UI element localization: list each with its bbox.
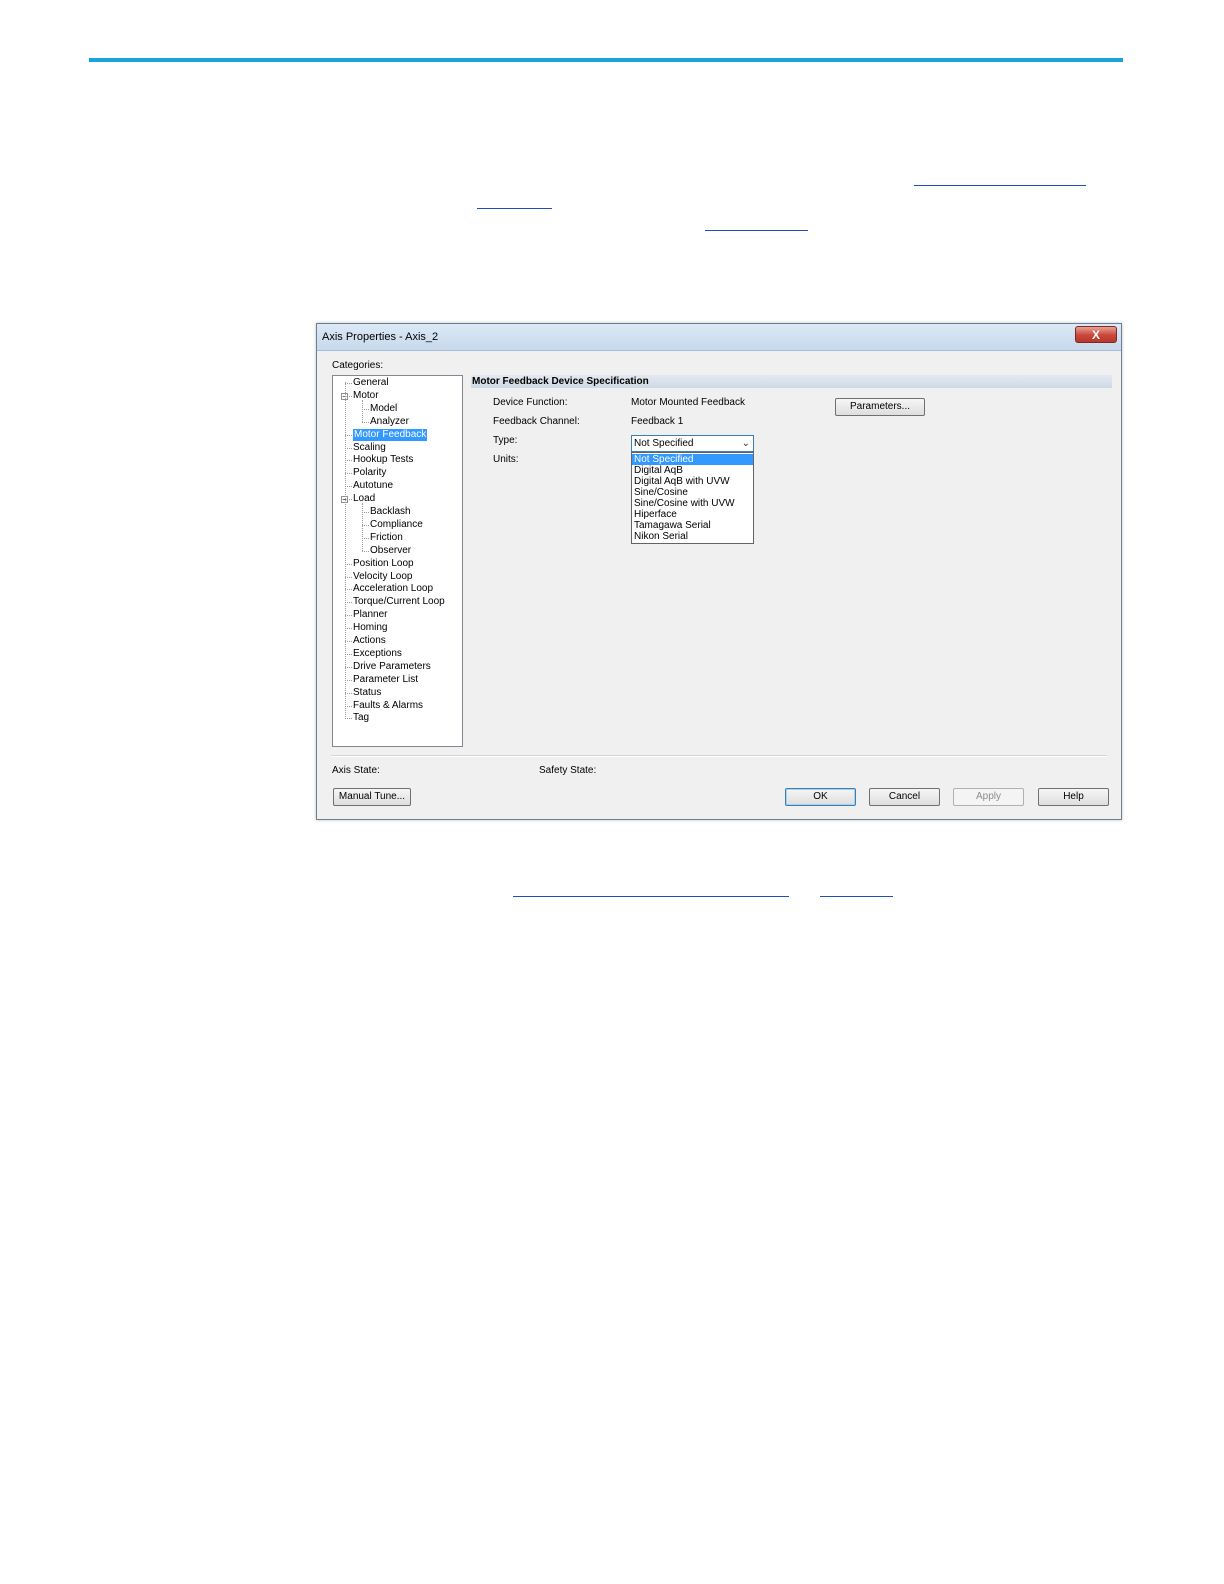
dialog-titlebar[interactable]: Axis Properties - Axis_2 X bbox=[317, 324, 1121, 351]
categories-label: Categories: bbox=[332, 360, 384, 371]
tree-item-model[interactable]: Model bbox=[370, 403, 397, 415]
tree-item-velocity-loop[interactable]: Velocity Loop bbox=[353, 571, 413, 583]
header-rule bbox=[89, 58, 1123, 62]
document-link[interactable] bbox=[477, 208, 552, 209]
tree-item-motor[interactable]: Motor bbox=[353, 390, 379, 402]
tree-item-scaling[interactable]: Scaling bbox=[353, 442, 386, 454]
tree-item-polarity[interactable]: Polarity bbox=[353, 467, 386, 479]
document-link[interactable] bbox=[513, 896, 789, 897]
tree-item-friction[interactable]: Friction bbox=[370, 532, 403, 544]
device-function-value: Motor Mounted Feedback bbox=[631, 397, 745, 408]
tree-connector bbox=[345, 679, 352, 681]
type-select[interactable]: Not Specified ⌄ bbox=[631, 435, 754, 452]
tree-connector bbox=[362, 503, 363, 551]
tree-connector bbox=[345, 705, 352, 707]
tree-item-drive-parameters[interactable]: Drive Parameters bbox=[353, 661, 431, 673]
type-option[interactable]: Tamagawa Serial bbox=[632, 520, 753, 531]
ok-button[interactable]: OK bbox=[785, 788, 856, 806]
close-icon[interactable]: X bbox=[1075, 326, 1117, 343]
feedback-channel-value: Feedback 1 bbox=[631, 416, 684, 427]
tree-item-faults-alarms[interactable]: Faults & Alarms bbox=[353, 700, 423, 712]
section-title: Motor Feedback Device Specification bbox=[471, 375, 1112, 388]
type-select-value: Not Specified bbox=[634, 438, 694, 449]
tree-item-actions[interactable]: Actions bbox=[353, 635, 386, 647]
tree-item-analyzer[interactable]: Analyzer bbox=[370, 416, 409, 428]
document-link[interactable] bbox=[820, 896, 893, 897]
tree-item-torque-current-loop[interactable]: Torque/Current Loop bbox=[353, 596, 445, 608]
tree-item-acceleration-loop[interactable]: Acceleration Loop bbox=[353, 583, 433, 595]
tree-connector bbox=[345, 460, 352, 462]
feedback-channel-label: Feedback Channel: bbox=[493, 416, 580, 427]
tree-item-hookup-tests[interactable]: Hookup Tests bbox=[353, 454, 413, 466]
tree-connector bbox=[345, 718, 352, 720]
tree-connector bbox=[345, 383, 352, 384]
tree-connector bbox=[362, 524, 369, 526]
type-dropdown-list[interactable]: Not Specified Digital AqB Digital AqB with… bbox=[631, 452, 754, 544]
manual-tune-button[interactable]: Manual Tune... bbox=[333, 788, 411, 806]
tree-connector bbox=[345, 666, 352, 668]
tree-connector bbox=[345, 641, 352, 642]
safety-state-label: Safety State: bbox=[539, 765, 597, 776]
type-label: Type: bbox=[493, 435, 518, 446]
tree-item-compliance[interactable]: Compliance bbox=[370, 519, 423, 531]
cancel-button[interactable]: Cancel bbox=[869, 788, 940, 806]
type-option[interactable]: Sine/Cosine with UVW bbox=[632, 498, 753, 509]
parameters-button[interactable]: Parameters... bbox=[835, 398, 925, 416]
help-button[interactable]: Help bbox=[1038, 788, 1109, 806]
chevron-down-icon[interactable]: ⌄ bbox=[742, 436, 750, 451]
units-label: Units: bbox=[493, 454, 519, 465]
tree-connector bbox=[345, 615, 352, 617]
tree-item-observer[interactable]: Observer bbox=[370, 545, 411, 557]
apply-button[interactable]: Apply bbox=[953, 788, 1024, 806]
type-option[interactable]: Sine/Cosine bbox=[632, 487, 753, 498]
tree-connector bbox=[362, 537, 369, 539]
type-option[interactable]: Hiperface bbox=[632, 509, 753, 520]
tree-connector bbox=[345, 473, 352, 475]
tree-connector bbox=[362, 512, 369, 513]
device-function-label: Device Function: bbox=[493, 397, 568, 408]
tree-connector bbox=[362, 399, 363, 422]
tree-connector bbox=[345, 692, 352, 694]
tree-item-load[interactable]: Load bbox=[353, 493, 375, 505]
tree-connector bbox=[345, 589, 352, 591]
type-option[interactable]: Digital AqB bbox=[632, 465, 753, 476]
tree-connector bbox=[345, 628, 352, 630]
tree-item-exceptions[interactable]: Exceptions bbox=[353, 648, 402, 660]
tree-item-homing[interactable]: Homing bbox=[353, 622, 387, 634]
footer-divider bbox=[331, 755, 1107, 757]
tree-connector bbox=[362, 421, 369, 423]
tree-connector bbox=[362, 550, 369, 552]
tree-connector bbox=[345, 602, 352, 604]
tree-connector bbox=[345, 653, 352, 655]
tree-item-motor-feedback[interactable]: Motor Feedback bbox=[353, 428, 428, 441]
tree-item-general[interactable]: General bbox=[353, 377, 389, 389]
tree-connector bbox=[345, 563, 352, 565]
tree-connector bbox=[345, 434, 352, 436]
tree-item-autotune[interactable]: Autotune bbox=[353, 480, 393, 492]
tree-connector bbox=[345, 486, 352, 488]
type-option[interactable]: Digital AqB with UVW bbox=[632, 476, 753, 487]
type-option[interactable]: Nikon Serial bbox=[632, 531, 753, 542]
categories-tree[interactable]: General Motor − Model Analyzer Motor Feedback… bbox=[332, 375, 463, 747]
document-link[interactable] bbox=[705, 230, 808, 231]
axis-state-label: Axis State: bbox=[332, 765, 380, 776]
tree-item-backlash[interactable]: Backlash bbox=[370, 506, 411, 518]
tree-item-parameter-list[interactable]: Parameter List bbox=[353, 674, 418, 686]
tree-connector bbox=[345, 576, 352, 578]
tree-connector bbox=[345, 382, 346, 718]
tree-item-tag[interactable]: Tag bbox=[353, 712, 369, 724]
tree-item-position-loop[interactable]: Position Loop bbox=[353, 558, 414, 570]
axis-properties-dialog: Axis Properties - Axis_2 X Categories: G… bbox=[316, 323, 1122, 820]
tree-connector bbox=[345, 447, 352, 449]
document-link[interactable] bbox=[914, 185, 1086, 186]
tree-connector bbox=[362, 408, 369, 410]
tree-item-status[interactable]: Status bbox=[353, 687, 381, 699]
type-option[interactable]: Not Specified bbox=[632, 454, 753, 465]
dialog-title: Axis Properties - Axis_2 bbox=[322, 331, 439, 343]
tree-item-planner[interactable]: Planner bbox=[353, 609, 387, 621]
